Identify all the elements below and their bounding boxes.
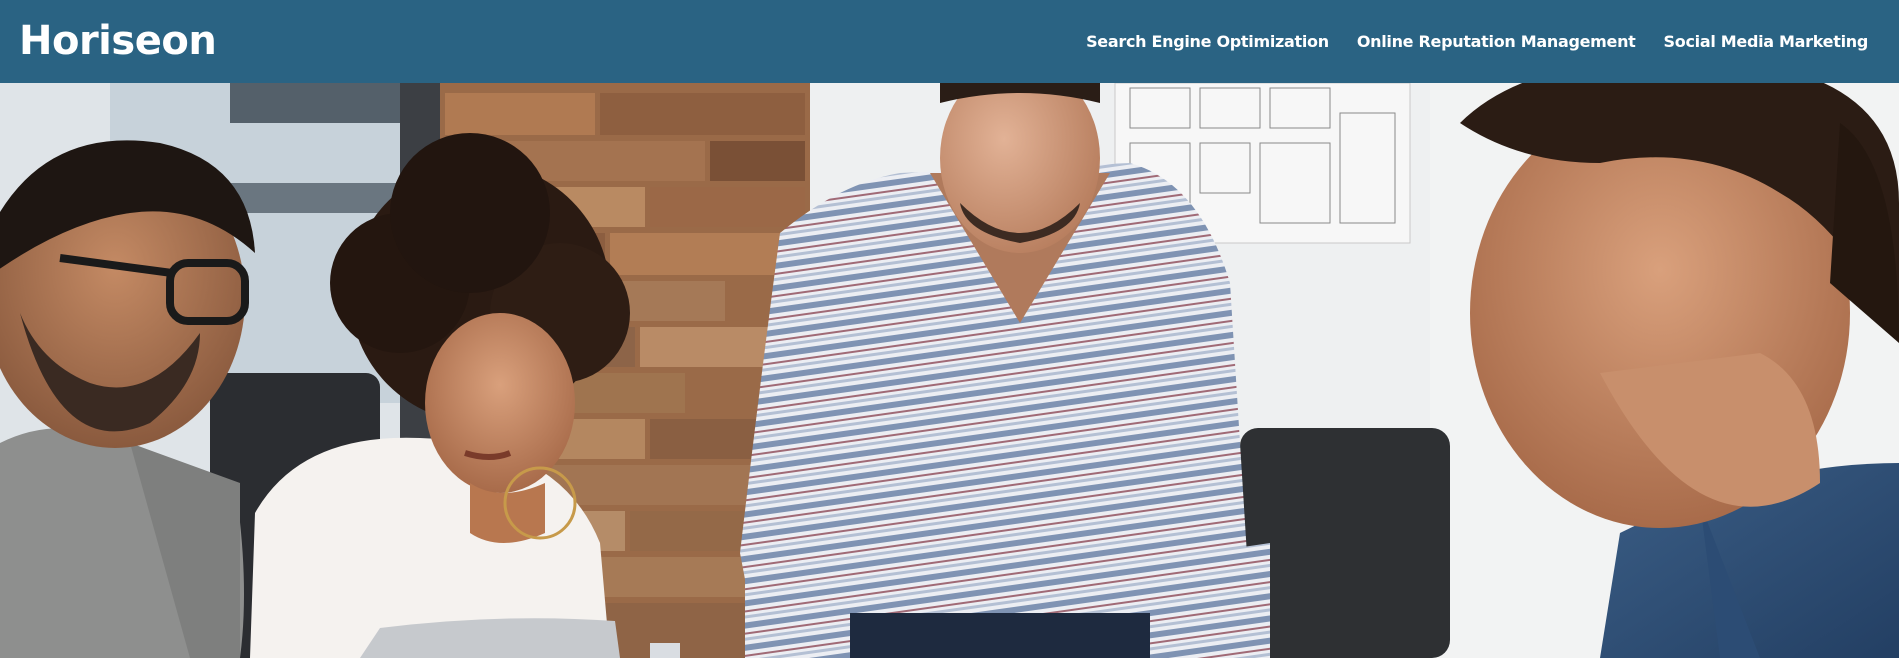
person-man-glasses <box>0 140 255 658</box>
chair-right <box>1240 428 1450 658</box>
nav-item-seo: Search Engine Optimization <box>1086 32 1329 52</box>
main-nav: Search Engine Optimization Online Reputa… <box>1086 32 1868 52</box>
nav-list: Search Engine Optimization Online Reputa… <box>1086 32 1868 52</box>
hero-illustration <box>0 83 1899 658</box>
nav-link-online-reputation-management[interactable]: Online Reputation Management <box>1357 32 1636 51</box>
nav-link-social-media-marketing[interactable]: Social Media Marketing <box>1664 32 1869 51</box>
nav-item-orm: Online Reputation Management <box>1357 32 1636 52</box>
nav-item-smm: Social Media Marketing <box>1664 32 1869 52</box>
hero-image <box>0 83 1899 658</box>
site-logo[interactable]: Horiseon <box>19 21 217 61</box>
site-header: Horiseon Search Engine Optimization Onli… <box>0 0 1899 83</box>
nav-link-search-engine-optimization[interactable]: Search Engine Optimization <box>1086 32 1329 51</box>
